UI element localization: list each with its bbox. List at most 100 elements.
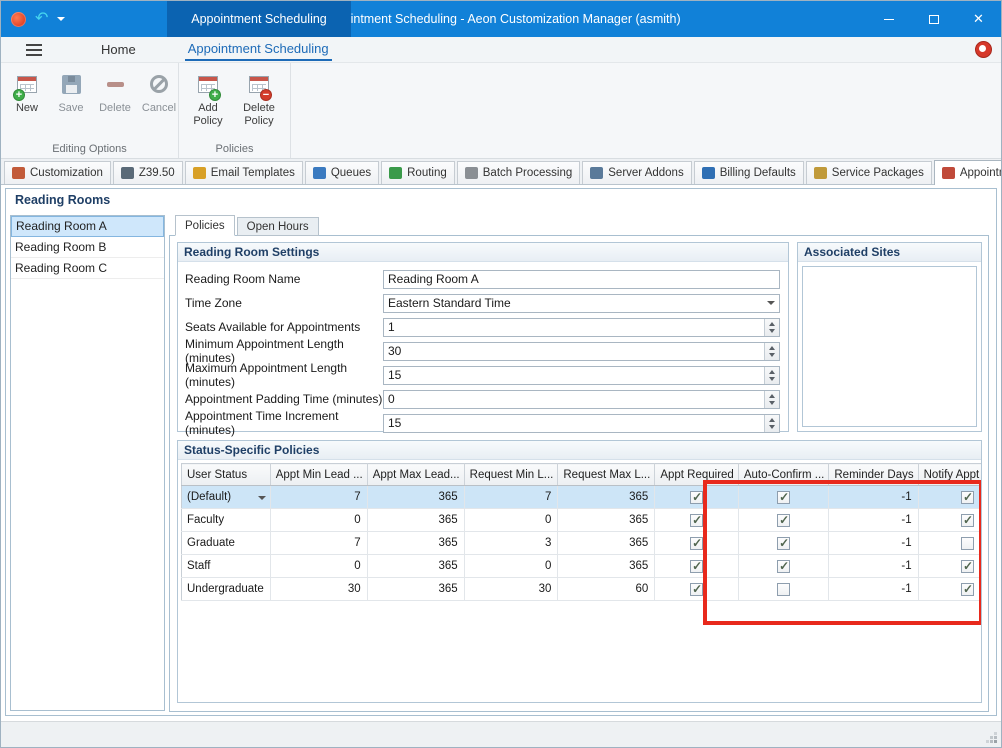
auto-confirm-cell[interactable]: [738, 509, 829, 532]
reminder-days-cell[interactable]: -1: [829, 532, 918, 555]
tab-email-templates[interactable]: Email Templates: [185, 161, 303, 184]
notify-appt-received-checkbox[interactable]: [961, 514, 974, 527]
policy-row-graduate[interactable]: Graduate73653365-1: [182, 532, 982, 555]
policy-row-staff[interactable]: Staff03650365-1: [182, 555, 982, 578]
appt-min-lead-cell[interactable]: 0: [270, 509, 367, 532]
tab-customization[interactable]: Customization: [4, 161, 111, 184]
minimize-button[interactable]: [866, 1, 911, 37]
menu-tab-appointment-scheduling[interactable]: Appointment Scheduling: [185, 39, 332, 61]
tab-queues[interactable]: Queues: [305, 161, 379, 184]
auto-confirm-checkbox[interactable]: [777, 491, 790, 504]
notify-appt-received-cell[interactable]: [918, 578, 981, 601]
user-status-cell[interactable]: (Default): [182, 486, 271, 509]
policy-row-default[interactable]: (Default)73657365-1: [182, 486, 982, 509]
spinner-up-icon[interactable]: [769, 346, 775, 350]
request-min-lead-cell[interactable]: 7: [464, 486, 558, 509]
appt-required-checkbox[interactable]: [690, 560, 703, 573]
resize-grip[interactable]: [985, 731, 997, 743]
reminder-days-cell[interactable]: -1: [829, 509, 918, 532]
notify-appt-received-cell[interactable]: [918, 532, 981, 555]
seats-available-input[interactable]: [384, 319, 764, 336]
chevron-down-icon[interactable]: [762, 295, 779, 312]
tab-service-packages[interactable]: Service Packages: [806, 161, 932, 184]
policy-column-header[interactable]: Appt Max Lead...: [367, 464, 464, 486]
user-status-cell[interactable]: Staff: [182, 555, 271, 578]
time-zone-dropdown[interactable]: Eastern Standard Time: [383, 294, 780, 313]
auto-confirm-cell[interactable]: [738, 486, 829, 509]
spinner-up-icon[interactable]: [769, 370, 775, 374]
appt-required-cell[interactable]: [655, 486, 739, 509]
spinner-down-icon[interactable]: [769, 377, 775, 381]
appt-required-checkbox[interactable]: [690, 491, 703, 504]
notify-appt-received-cell[interactable]: [918, 509, 981, 532]
tab-billing-defaults[interactable]: Billing Defaults: [694, 161, 804, 184]
notify-appt-received-checkbox[interactable]: [961, 583, 974, 596]
appt-max-lead-cell[interactable]: 365: [367, 486, 464, 509]
policy-column-header[interactable]: Notify Appt Rec...: [918, 464, 981, 486]
request-max-lead-cell[interactable]: 365: [558, 555, 655, 578]
tab-appointment-scheduling[interactable]: Appointment Scheduling: [934, 160, 1002, 185]
request-max-lead-cell[interactable]: 365: [558, 509, 655, 532]
spinner-buttons[interactable]: [764, 391, 779, 408]
time-increment-input[interactable]: [384, 415, 764, 432]
associated-sites-list[interactable]: [802, 266, 977, 427]
add-policy-button[interactable]: + Add Policy: [185, 71, 231, 127]
spinner-buttons[interactable]: [764, 415, 779, 432]
request-min-lead-cell[interactable]: 0: [464, 509, 558, 532]
auto-confirm-cell[interactable]: [738, 555, 829, 578]
reminder-days-cell[interactable]: -1: [829, 578, 918, 601]
delete-policy-button[interactable]: − Delete Policy: [236, 71, 282, 127]
tab-z3950[interactable]: Z39.50: [113, 161, 183, 184]
notify-appt-received-checkbox[interactable]: [961, 537, 974, 550]
spinner-buttons[interactable]: [764, 319, 779, 336]
close-button[interactable]: ✕: [956, 1, 1001, 37]
maximize-button[interactable]: [911, 1, 956, 37]
notify-appt-received-checkbox[interactable]: [961, 491, 974, 504]
auto-confirm-checkbox[interactable]: [777, 560, 790, 573]
appt-min-lead-cell[interactable]: 30: [270, 578, 367, 601]
spinner-down-icon[interactable]: [769, 353, 775, 357]
spinner-down-icon[interactable]: [769, 425, 775, 429]
policy-column-header[interactable]: Request Max L...: [558, 464, 655, 486]
appt-max-lead-cell[interactable]: 365: [367, 578, 464, 601]
undo-icon[interactable]: ↶: [35, 11, 48, 27]
appt-required-cell[interactable]: [655, 555, 739, 578]
request-max-lead-cell[interactable]: 365: [558, 532, 655, 555]
policy-column-header[interactable]: User Status: [182, 464, 271, 486]
notify-appt-received-checkbox[interactable]: [961, 560, 974, 573]
appt-min-lead-cell[interactable]: 7: [270, 486, 367, 509]
appt-min-lead-cell[interactable]: 7: [270, 532, 367, 555]
spinner-buttons[interactable]: [764, 367, 779, 384]
appt-required-cell[interactable]: [655, 532, 739, 555]
reminder-days-cell[interactable]: -1: [829, 486, 918, 509]
auto-confirm-checkbox[interactable]: [777, 583, 790, 596]
spinner-down-icon[interactable]: [769, 329, 775, 333]
auto-confirm-checkbox[interactable]: [777, 537, 790, 550]
policy-row-undergraduate[interactable]: Undergraduate303653060-1: [182, 578, 982, 601]
appt-required-cell[interactable]: [655, 578, 739, 601]
quick-access-dropdown-icon[interactable]: [57, 17, 65, 21]
tab-batch-processing[interactable]: Batch Processing: [457, 161, 581, 184]
list-item-reading-room-a[interactable]: Reading Room A: [11, 216, 164, 237]
hamburger-menu-icon[interactable]: [26, 44, 42, 56]
appt-required-checkbox[interactable]: [690, 514, 703, 527]
request-max-lead-cell[interactable]: 365: [558, 486, 655, 509]
auto-confirm-cell[interactable]: [738, 578, 829, 601]
auto-confirm-cell[interactable]: [738, 532, 829, 555]
reminder-days-cell[interactable]: -1: [829, 555, 918, 578]
request-min-lead-cell[interactable]: 0: [464, 555, 558, 578]
reading-room-name-input[interactable]: [384, 271, 779, 288]
policy-column-header[interactable]: Reminder Days: [829, 464, 918, 486]
policy-column-header[interactable]: Request Min L...: [464, 464, 558, 486]
spinner-up-icon[interactable]: [769, 322, 775, 326]
notify-appt-received-cell[interactable]: [918, 486, 981, 509]
list-item-reading-room-b[interactable]: Reading Room B: [11, 237, 164, 258]
spinner-buttons[interactable]: [764, 343, 779, 360]
spinner-up-icon[interactable]: [769, 418, 775, 422]
delete-button[interactable]: Delete: [97, 71, 133, 115]
cancel-button[interactable]: Cancel: [141, 71, 177, 115]
appt-required-cell[interactable]: [655, 509, 739, 532]
appt-max-lead-cell[interactable]: 365: [367, 509, 464, 532]
tab-policies[interactable]: Policies: [175, 215, 235, 236]
appt-required-checkbox[interactable]: [690, 583, 703, 596]
